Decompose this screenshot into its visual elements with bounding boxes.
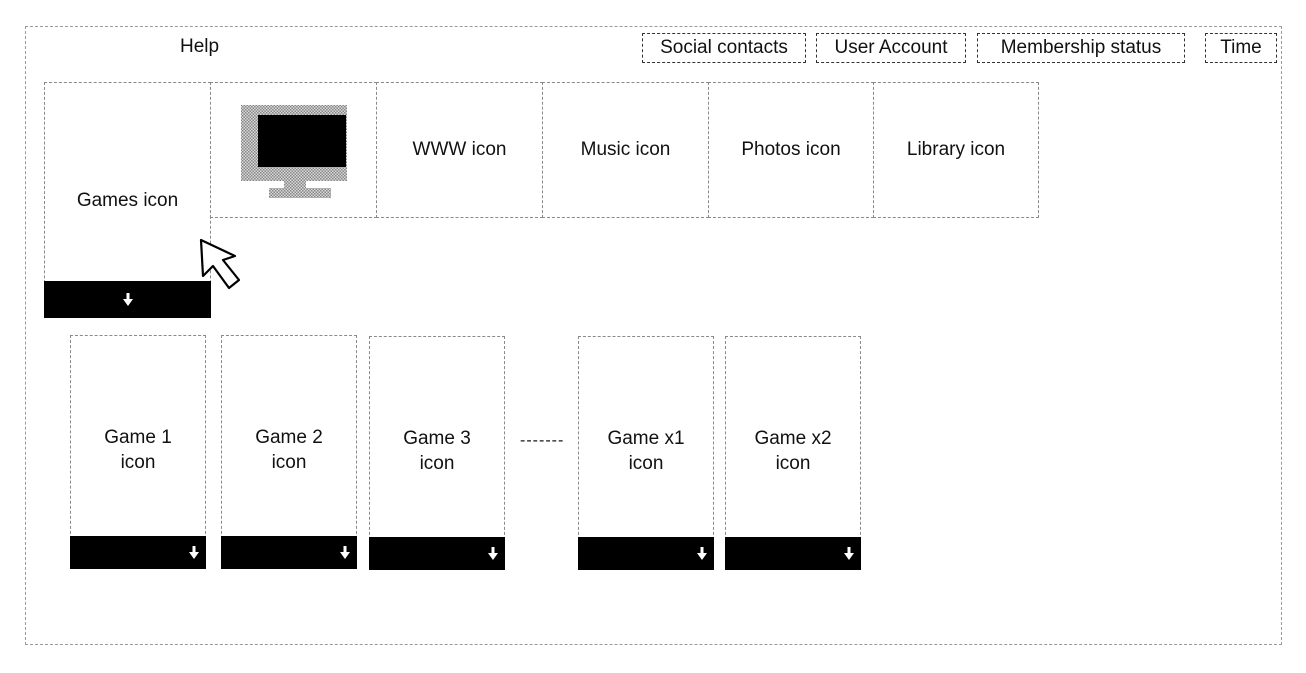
www-tile-label: WWW icon — [412, 138, 507, 160]
game-3-title: Game 3 — [403, 428, 471, 449]
chevron-down-icon — [488, 546, 498, 560]
game-3-tile[interactable]: Game 3 icon — [369, 336, 505, 570]
game-2-title: Game 2 — [255, 427, 323, 448]
game-2-subtitle: icon — [271, 451, 307, 473]
game-x1-title: Game x1 — [607, 428, 685, 449]
time-button[interactable]: Time — [1205, 33, 1277, 63]
game-2-dropdown-bar[interactable] — [221, 536, 357, 569]
game-x2-subtitle: icon — [775, 452, 811, 474]
games-tile[interactable]: Games icon — [44, 82, 211, 318]
game-x1-label: Game x1 icon — [579, 427, 713, 476]
game-1-label: Game 1 icon — [71, 426, 205, 475]
game-2-tile[interactable]: Game 2 icon — [221, 335, 357, 569]
chevron-down-icon — [189, 545, 199, 559]
game-3-label: Game 3 icon — [370, 427, 504, 476]
chevron-down-icon — [844, 546, 854, 560]
game-x2-dropdown-bar[interactable] — [725, 537, 861, 570]
more-games-ellipsis: ------- — [520, 432, 565, 449]
www-tile[interactable]: WWW icon — [376, 82, 543, 218]
game-x2-label: Game x2 icon — [726, 427, 860, 476]
game-x2-tile[interactable]: Game x2 icon — [725, 336, 861, 570]
game-2-label: Game 2 icon — [222, 426, 356, 475]
game-1-subtitle: icon — [120, 451, 156, 473]
user-account-button[interactable]: User Account — [816, 33, 966, 63]
membership-status-button[interactable]: Membership status — [977, 33, 1185, 63]
games-tile-label: Games icon — [76, 190, 179, 211]
chevron-down-icon — [122, 292, 133, 306]
games-dropdown-bar[interactable] — [44, 281, 211, 318]
library-tile[interactable]: Library icon — [873, 82, 1039, 218]
help-link[interactable]: Help — [180, 36, 219, 58]
mouse-cursor-icon — [199, 238, 241, 290]
chevron-down-icon — [697, 546, 707, 560]
tv-tile[interactable] — [210, 82, 377, 218]
game-1-tile[interactable]: Game 1 icon — [70, 335, 206, 569]
photos-tile[interactable]: Photos icon — [708, 82, 874, 218]
game-x2-title: Game x2 — [754, 428, 832, 449]
music-tile[interactable]: Music icon — [542, 82, 709, 218]
game-3-dropdown-bar[interactable] — [369, 537, 505, 570]
game-1-dropdown-bar[interactable] — [70, 536, 206, 569]
game-3-subtitle: icon — [419, 452, 455, 474]
game-x1-subtitle: icon — [628, 452, 664, 474]
monitor-icon — [240, 105, 347, 198]
photos-tile-label: Photos icon — [741, 138, 841, 160]
chevron-down-icon — [340, 545, 350, 559]
social-contacts-button[interactable]: Social contacts — [642, 33, 806, 63]
library-tile-label: Library icon — [906, 138, 1006, 160]
game-x1-tile[interactable]: Game x1 icon — [578, 336, 714, 570]
game-x1-dropdown-bar[interactable] — [578, 537, 714, 570]
game-1-title: Game 1 — [104, 427, 172, 448]
music-tile-label: Music icon — [580, 138, 671, 160]
